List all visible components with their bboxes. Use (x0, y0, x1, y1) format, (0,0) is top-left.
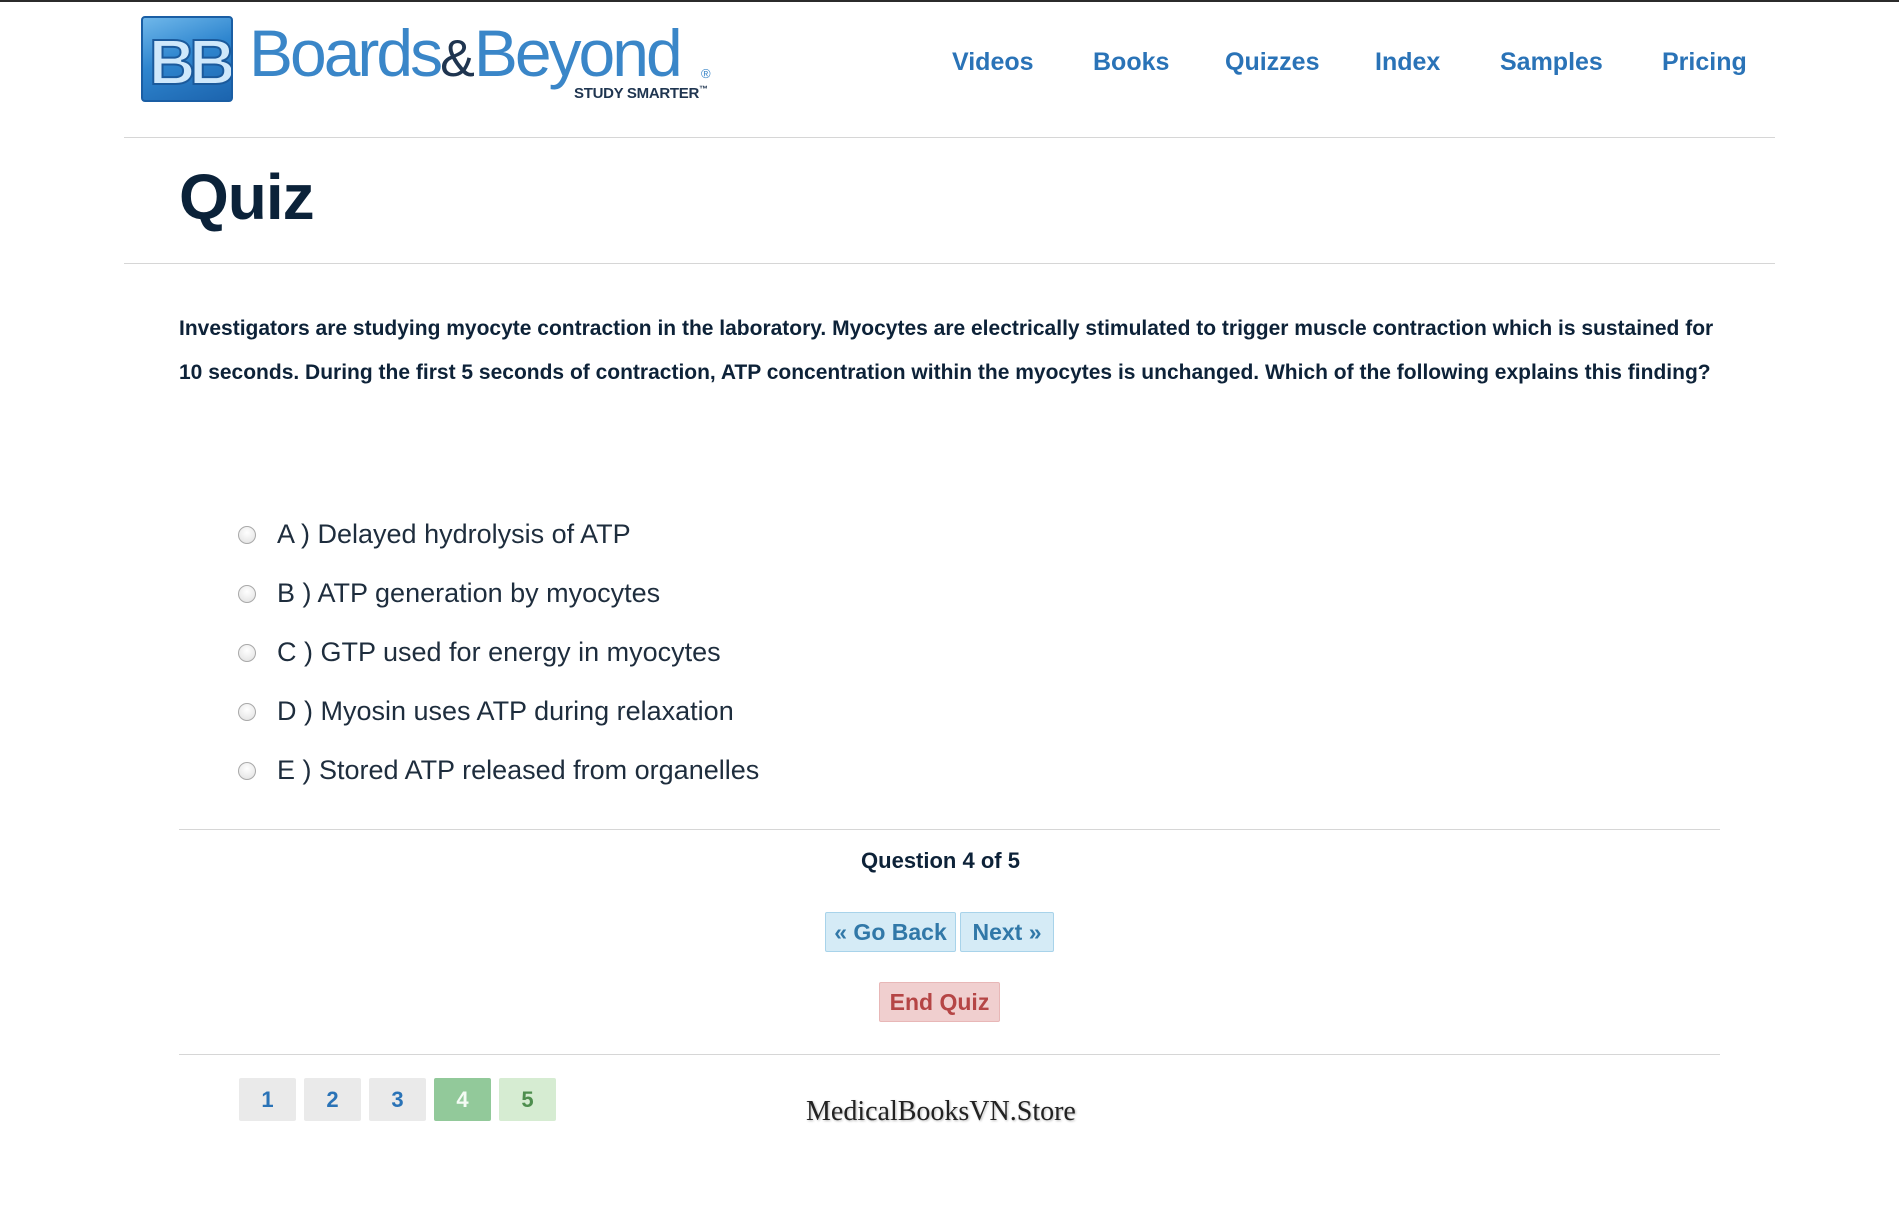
option-d[interactable]: D ) Myosin uses ATP during relaxation (236, 682, 759, 741)
navigation-divider (179, 1054, 1720, 1055)
logo-tagline: STUDY SMARTER™ (574, 84, 708, 102)
page-button-5[interactable]: 5 (499, 1078, 556, 1121)
go-back-button[interactable]: « Go Back (825, 912, 956, 952)
logo-tagline-text: STUDY SMARTER (574, 85, 699, 102)
option-b[interactable]: B ) ATP generation by myocytes (236, 564, 759, 623)
main-nav: Videos Books Quizzes Index Samples Prici… (0, 48, 1899, 82)
page-button-1[interactable]: 1 (239, 1078, 296, 1121)
question-progress-label: Question 4 of 5 (861, 848, 1020, 873)
radio-button-d[interactable] (238, 702, 256, 721)
trademark-mark: ™ (699, 84, 708, 94)
page-button-2[interactable]: 2 (304, 1078, 361, 1121)
option-c[interactable]: C ) GTP used for energy in myocytes (236, 623, 759, 682)
question-text: Investigators are studying myocyte contr… (179, 317, 1714, 384)
header-divider (124, 137, 1775, 138)
option-label-e: E ) Stored ATP released from organelles (277, 755, 760, 785)
option-label-a: A ) Delayed hydrolysis of ATP (277, 519, 631, 549)
nav-link-quizzes[interactable]: Quizzes (1225, 48, 1319, 77)
nav-link-pricing[interactable]: Pricing (1662, 48, 1747, 77)
nav-link-index[interactable]: Index (1375, 48, 1440, 77)
radio-button-c[interactable] (238, 643, 256, 662)
radio-button-b[interactable] (238, 584, 256, 603)
question-pager: 1 2 3 4 5 (239, 1078, 564, 1121)
nav-link-samples[interactable]: Samples (1500, 48, 1603, 77)
radio-button-e[interactable] (238, 761, 256, 780)
option-a[interactable]: A ) Delayed hydrolysis of ATP (236, 505, 759, 564)
site-header: BB Boards&Beyond ® STUDY SMARTER™ Videos… (0, 2, 1899, 137)
end-quiz-button[interactable]: End Quiz (879, 982, 1000, 1022)
title-divider (124, 263, 1775, 264)
watermark-text: MedicalBooksVN.Store (806, 1096, 1076, 1127)
page-title: Quiz (179, 161, 315, 233)
radio-button-a[interactable] (238, 525, 256, 544)
option-label-b: B ) ATP generation by myocytes (277, 578, 661, 608)
page-button-4-current[interactable]: 4 (434, 1078, 491, 1121)
option-label-d: D ) Myosin uses ATP during relaxation (277, 696, 734, 726)
option-label-c: C ) GTP used for energy in myocytes (277, 637, 721, 667)
options-divider (179, 829, 1720, 830)
page-button-3[interactable]: 3 (369, 1078, 426, 1121)
option-e[interactable]: E ) Stored ATP released from organelles (236, 741, 759, 800)
question-progress: Question 4 of 5 (0, 848, 1899, 874)
answer-options: A ) Delayed hydrolysis of ATP B ) ATP ge… (236, 505, 759, 800)
nav-link-videos[interactable]: Videos (952, 48, 1034, 77)
next-button[interactable]: Next » (960, 912, 1054, 952)
nav-link-books[interactable]: Books (1093, 48, 1169, 77)
